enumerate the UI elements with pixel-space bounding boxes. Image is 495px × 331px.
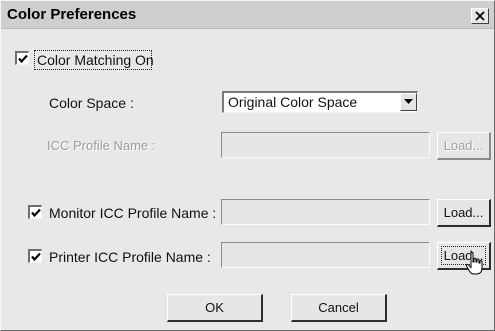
checkmark-icon bbox=[31, 208, 41, 218]
cancel-button[interactable]: Cancel bbox=[291, 294, 387, 322]
dialog-title: Color Preferences bbox=[7, 6, 137, 23]
title-bar: Color Preferences bbox=[1, 1, 494, 29]
close-icon bbox=[475, 11, 485, 21]
icc-load-label: Load... bbox=[443, 138, 484, 153]
monitor-load-button[interactable]: Load... bbox=[437, 199, 491, 227]
dropdown-button[interactable] bbox=[400, 93, 417, 111]
color-preferences-dialog: Color Preferences Color Matching On Colo… bbox=[0, 0, 495, 331]
icc-profile-field bbox=[221, 132, 430, 158]
color-space-label: Color Space : bbox=[49, 95, 134, 111]
color-space-select[interactable]: Original Color Space bbox=[222, 91, 418, 113]
monitor-profile-label[interactable]: Monitor ICC Profile Name : bbox=[49, 205, 216, 221]
monitor-profile-field[interactable] bbox=[221, 199, 430, 225]
printer-profile-label[interactable]: Printer ICC Profile Name : bbox=[49, 249, 211, 265]
monitor-profile-checkbox[interactable] bbox=[28, 205, 42, 219]
ok-button[interactable]: OK bbox=[167, 294, 263, 322]
monitor-load-label: Load... bbox=[443, 205, 484, 220]
color-space-value: Original Color Space bbox=[228, 94, 358, 110]
chevron-down-icon bbox=[404, 99, 413, 104]
color-matching-label[interactable]: Color Matching On bbox=[37, 52, 154, 68]
icc-load-button: Load... bbox=[437, 132, 491, 160]
printer-profile-checkbox[interactable] bbox=[28, 249, 42, 263]
color-matching-checkbox[interactable] bbox=[15, 51, 29, 65]
printer-profile-field[interactable] bbox=[221, 242, 430, 268]
checkmark-icon bbox=[31, 252, 41, 262]
hand-cursor-icon bbox=[465, 251, 483, 275]
ok-label: OK bbox=[205, 300, 224, 315]
checkmark-icon bbox=[18, 54, 28, 64]
close-button[interactable] bbox=[471, 8, 489, 24]
cancel-label: Cancel bbox=[318, 300, 359, 315]
icc-profile-label: ICC Profile Name : bbox=[47, 138, 156, 153]
